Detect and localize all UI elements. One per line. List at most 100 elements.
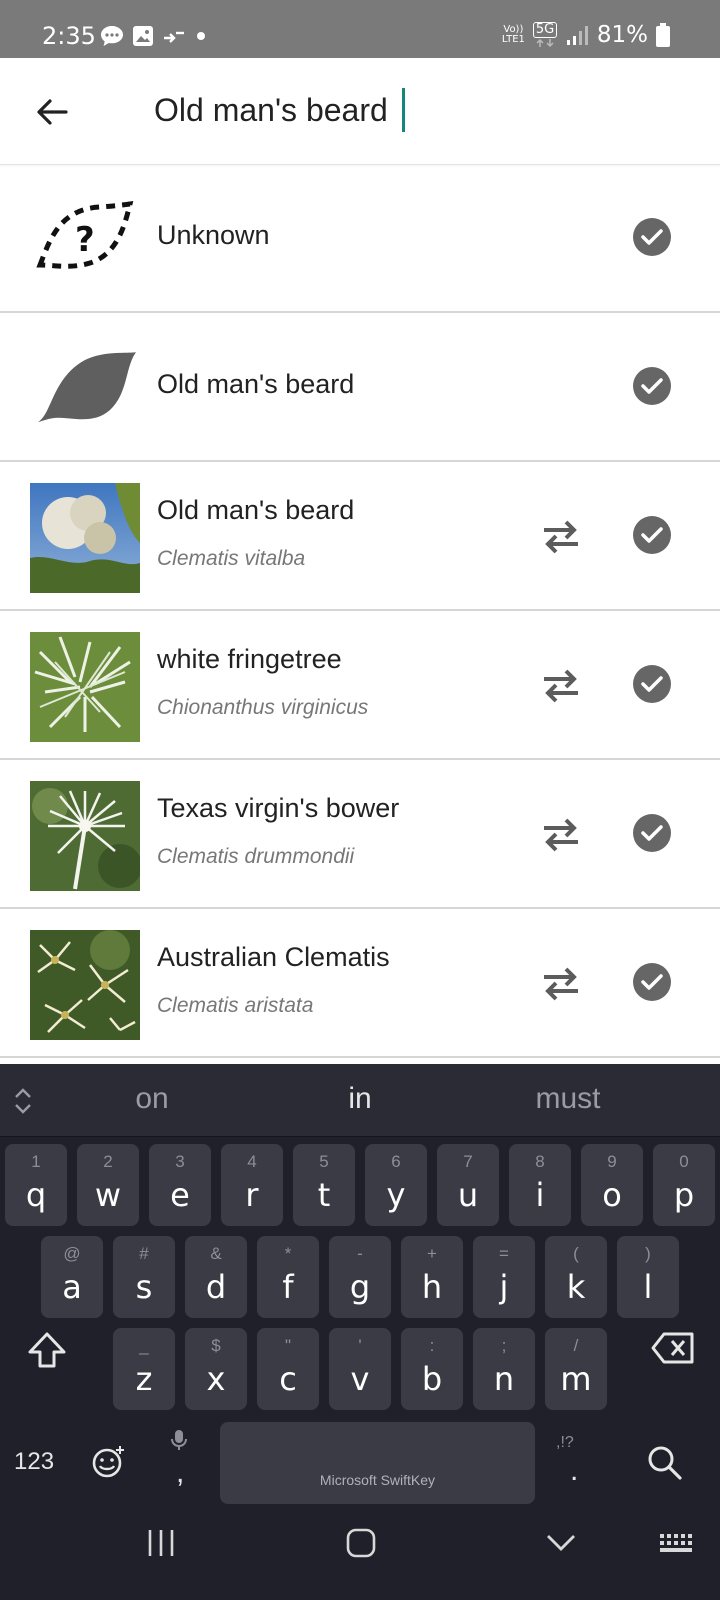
navigation-bar xyxy=(0,1506,720,1600)
key-t[interactable]: 5t xyxy=(293,1144,355,1226)
taxon-scientific-name: Clematis drummondii xyxy=(157,845,355,868)
key-c[interactable]: " c xyxy=(257,1328,319,1410)
compare-swap-icon[interactable] xyxy=(540,814,582,856)
key-v[interactable]: ' v xyxy=(329,1328,391,1410)
key-hint: / xyxy=(573,1336,579,1355)
numbers-key[interactable]: 123 xyxy=(14,1448,54,1476)
compare-swap-icon[interactable] xyxy=(540,665,582,707)
home-icon[interactable] xyxy=(344,1526,378,1560)
key-z[interactable]: _ z xyxy=(113,1328,175,1410)
unknown-taxon-icon: ? xyxy=(36,201,134,269)
text-cursor xyxy=(402,88,405,132)
battery-icon xyxy=(656,23,670,47)
key-m[interactable]: / m xyxy=(545,1328,607,1410)
key-d[interactable]: & d xyxy=(185,1236,247,1318)
list-item[interactable]: Australian Clematis Clematis aristata xyxy=(0,909,720,1058)
key-y[interactable]: 6y xyxy=(365,1144,427,1226)
list-item[interactable]: white fringetree Chionanthus virginicus xyxy=(0,611,720,760)
status-bar: 2:35 Vo)) LTE1 5G 81% xyxy=(0,0,720,58)
key-letter: e xyxy=(170,1176,190,1214)
key-letter: u xyxy=(457,1176,479,1214)
key-hint: & xyxy=(210,1244,222,1263)
shift-icon[interactable] xyxy=(24,1328,70,1374)
suggestion-word[interactable]: in xyxy=(260,1082,460,1116)
key-letter: s xyxy=(135,1268,153,1306)
select-check-icon[interactable] xyxy=(633,516,671,554)
hide-keyboard-icon[interactable] xyxy=(544,1528,578,1558)
key-letter: b xyxy=(421,1360,443,1398)
key-s[interactable]: # s xyxy=(113,1236,175,1318)
suggestion-word[interactable]: on xyxy=(52,1082,252,1116)
key-letter: m xyxy=(560,1360,592,1398)
key-hint: @ xyxy=(63,1244,81,1263)
key-letter: k xyxy=(566,1268,586,1306)
search-input[interactable]: Old man's beard xyxy=(154,92,388,129)
system-status: Vo)) LTE1 5G 81% xyxy=(502,22,670,48)
key-hint: _ xyxy=(139,1336,149,1355)
select-check-icon[interactable] xyxy=(633,665,671,703)
key-i[interactable]: 8i xyxy=(509,1144,571,1226)
period-key[interactable]: . xyxy=(570,1454,578,1488)
suggestion-word[interactable]: must xyxy=(468,1082,668,1116)
key-hint: + xyxy=(427,1244,437,1263)
key-letter: w xyxy=(94,1176,122,1214)
key-r[interactable]: 4r xyxy=(221,1144,283,1226)
signal-icon xyxy=(566,26,588,45)
key-b[interactable]: :b xyxy=(401,1328,463,1410)
key-j[interactable]: = j xyxy=(473,1236,535,1318)
key-f[interactable]: * f xyxy=(257,1236,319,1318)
compare-swap-icon[interactable] xyxy=(540,963,582,1005)
dot-icon xyxy=(197,32,205,40)
battery-percentage: 81% xyxy=(596,22,648,48)
key-letter: y xyxy=(386,1176,406,1214)
taxon-scientific-name: Clematis aristata xyxy=(157,994,314,1017)
key-hint: * xyxy=(284,1244,292,1263)
emoji-icon[interactable] xyxy=(90,1444,126,1480)
key-h[interactable]: + h xyxy=(401,1236,463,1318)
key-letter: z xyxy=(135,1360,153,1398)
back-arrow-icon[interactable] xyxy=(30,90,74,134)
key-g[interactable]: -g xyxy=(329,1236,391,1318)
space-bar[interactable]: Microsoft SwiftKey xyxy=(220,1422,535,1504)
backspace-icon[interactable] xyxy=(650,1328,696,1368)
select-check-icon[interactable] xyxy=(633,367,671,405)
key-hint: 2 xyxy=(103,1152,113,1171)
select-check-icon[interactable] xyxy=(633,814,671,852)
key-letter: i xyxy=(535,1176,545,1214)
taxon-results-list: ? Unknown Old man's beard Old man's bear… xyxy=(0,164,720,1058)
taxon-common-name: white fringetree xyxy=(157,644,342,674)
key-x[interactable]: $ x xyxy=(185,1328,247,1410)
key-u[interactable]: 7u xyxy=(437,1144,499,1226)
list-item[interactable]: Old man's beard Clematis vitalba xyxy=(0,462,720,611)
select-check-icon[interactable] xyxy=(633,963,671,1001)
key-letter: h xyxy=(421,1268,443,1306)
list-item[interactable]: Texas virgin's bower Clematis drummondii xyxy=(0,760,720,909)
microphone-icon[interactable] xyxy=(170,1428,188,1452)
list-item[interactable]: ? Unknown xyxy=(0,164,720,313)
search-icon[interactable] xyxy=(646,1444,684,1482)
comma-key[interactable]: , xyxy=(176,1456,184,1490)
key-k[interactable]: (k xyxy=(545,1236,607,1318)
key-e[interactable]: 3e xyxy=(149,1144,211,1226)
key-hint: 3 xyxy=(175,1152,185,1171)
key-n[interactable]: ; n xyxy=(473,1328,535,1410)
key-letter: f xyxy=(282,1268,294,1306)
key-q[interactable]: 1q xyxy=(5,1144,67,1226)
key-w[interactable]: 2w xyxy=(77,1144,139,1226)
key-a[interactable]: @ a xyxy=(41,1236,103,1318)
taxon-common-name: Old man's beard xyxy=(157,495,355,525)
status-time: 2:35 xyxy=(42,22,96,50)
key-letter: v xyxy=(350,1360,370,1398)
expand-toolbar-icon[interactable] xyxy=(12,1086,34,1116)
keyboard-switch-icon[interactable] xyxy=(658,1530,698,1556)
svg-text:?: ? xyxy=(75,220,95,260)
key-p[interactable]: 0p xyxy=(653,1144,715,1226)
taxon-photo xyxy=(30,930,140,1040)
key-o[interactable]: 9o xyxy=(581,1144,643,1226)
taxon-photo xyxy=(30,483,140,593)
list-item[interactable]: Old man's beard xyxy=(0,313,720,462)
recent-apps-icon[interactable] xyxy=(144,1526,178,1560)
compare-swap-icon[interactable] xyxy=(540,516,582,558)
key-l[interactable]: ) l xyxy=(617,1236,679,1318)
select-check-icon[interactable] xyxy=(633,218,671,256)
